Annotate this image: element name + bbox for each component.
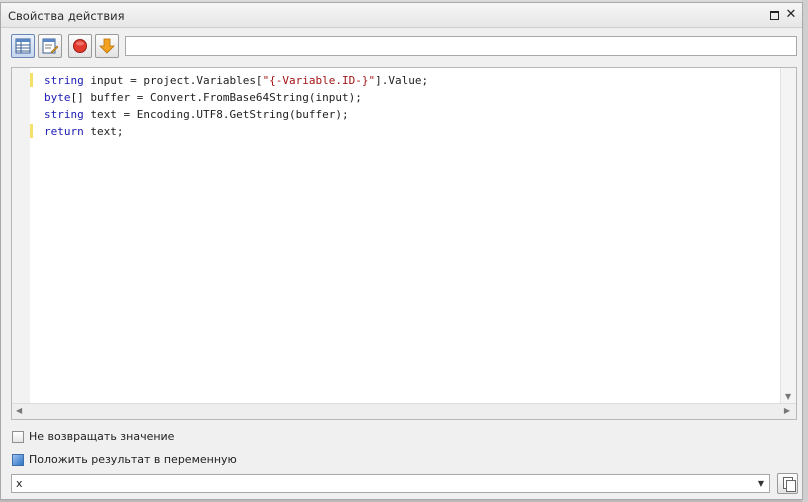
change-marker [30,73,33,87]
table-grid-icon [15,38,31,54]
code-line: string text = Encoding.UTF8.GetString(bu… [44,106,428,123]
code-line: byte[] buffer = Convert.FromBase64String… [44,89,428,106]
restore-icon[interactable] [767,8,781,22]
code-keyword: string [44,108,84,121]
code-line: return text; [44,123,428,140]
store-result-label: Положить результат в переменную [29,453,237,466]
editor-gutter [12,68,30,404]
form-edit-button[interactable] [38,34,62,58]
code-line: string input = project.Variables["{-Vari… [44,72,428,89]
code-text-part: [] buffer = Convert.FromBase64String(inp… [70,91,362,104]
code-text-part: input = project.Variables[ [83,74,263,87]
scroll-left-icon[interactable]: ◀ [16,406,22,415]
code-text-part: text = Encoding.UTF8.GetString(buffer); [83,108,349,121]
close-icon[interactable]: ✕ [784,8,798,22]
code-text-part: text; [83,125,124,138]
action-properties-window: Свойства действия ✕ string input = proje… [0,2,803,500]
code-editor[interactable]: string input = project.Variables["{-Vari… [11,67,797,420]
toolbar-text-field[interactable] [125,36,797,56]
stop-red-circle-icon [73,39,87,53]
code-keyword: byte [44,91,71,104]
no-return-label[interactable]: Не возвращать значение [29,430,174,443]
code-keyword: string [44,74,84,87]
window-title: Свойства действия [8,9,125,23]
scroll-down-icon[interactable]: ▼ [785,392,791,401]
chevron-down-icon[interactable]: ▼ [753,475,769,492]
title-bar: Свойства действия ✕ [1,3,802,28]
code-string: "{-Variable.ID-}" [262,74,376,87]
edit-form-icon [42,38,58,54]
code-text[interactable]: string input = project.Variables["{-Vari… [44,72,428,140]
toolbar [1,29,802,63]
copy-button[interactable] [777,473,798,494]
table-view-button[interactable] [11,34,35,58]
code-keyword: return [44,125,84,138]
no-return-checkbox[interactable] [12,431,24,443]
change-marker [30,124,33,138]
variable-combobox[interactable]: x [11,474,770,493]
scroll-right-icon[interactable]: ▶ [784,406,790,415]
horizontal-scrollbar[interactable]: ◀ ▶ [12,403,796,419]
move-down-button[interactable] [95,34,119,58]
down-arrow-orange-icon [99,38,115,54]
variable-icon [12,454,24,466]
vertical-scrollbar[interactable]: ▼ [780,68,796,404]
code-text-part: ].Value; [375,74,429,87]
stop-button[interactable] [68,34,92,58]
